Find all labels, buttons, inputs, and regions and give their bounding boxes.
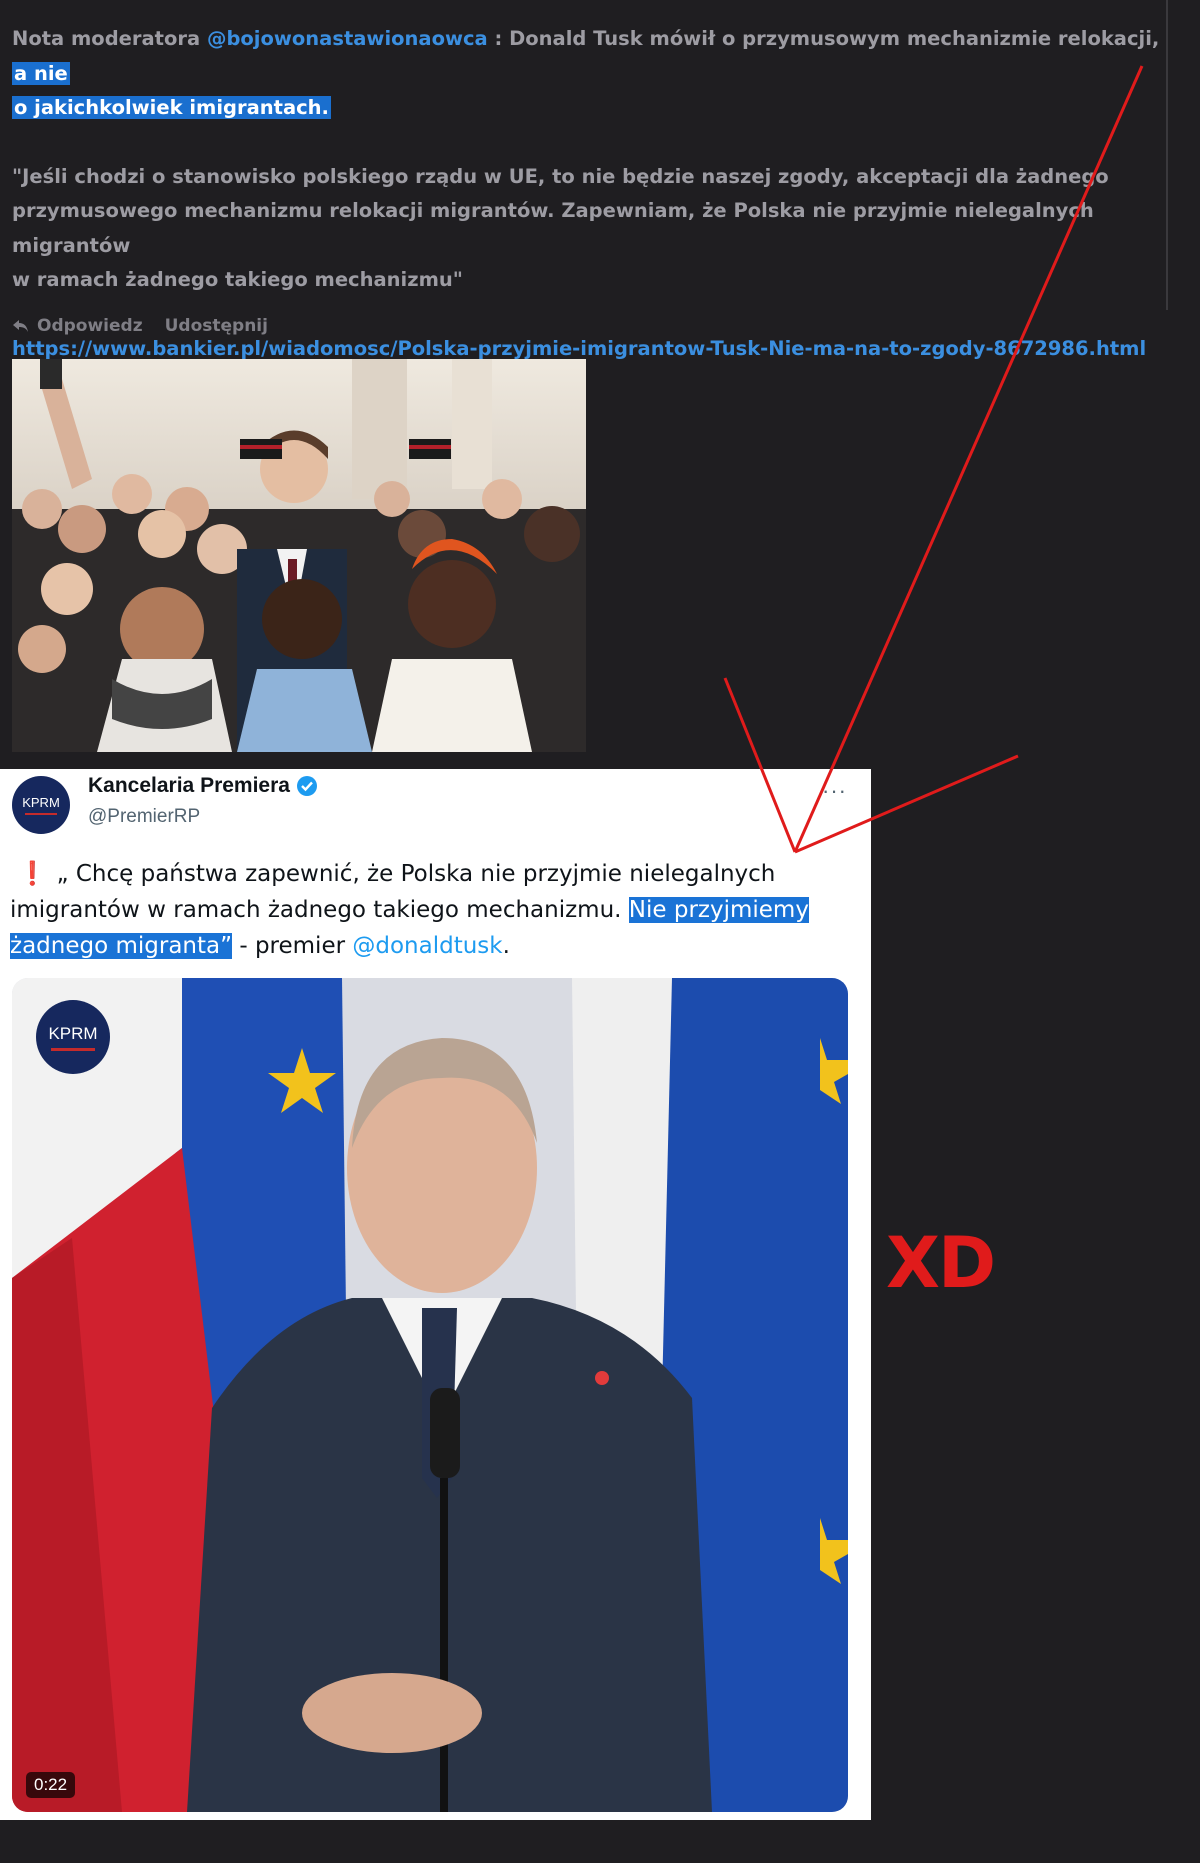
annotation-arrows	[723, 65, 1144, 854]
xd-annotation: XD	[886, 1222, 996, 1304]
